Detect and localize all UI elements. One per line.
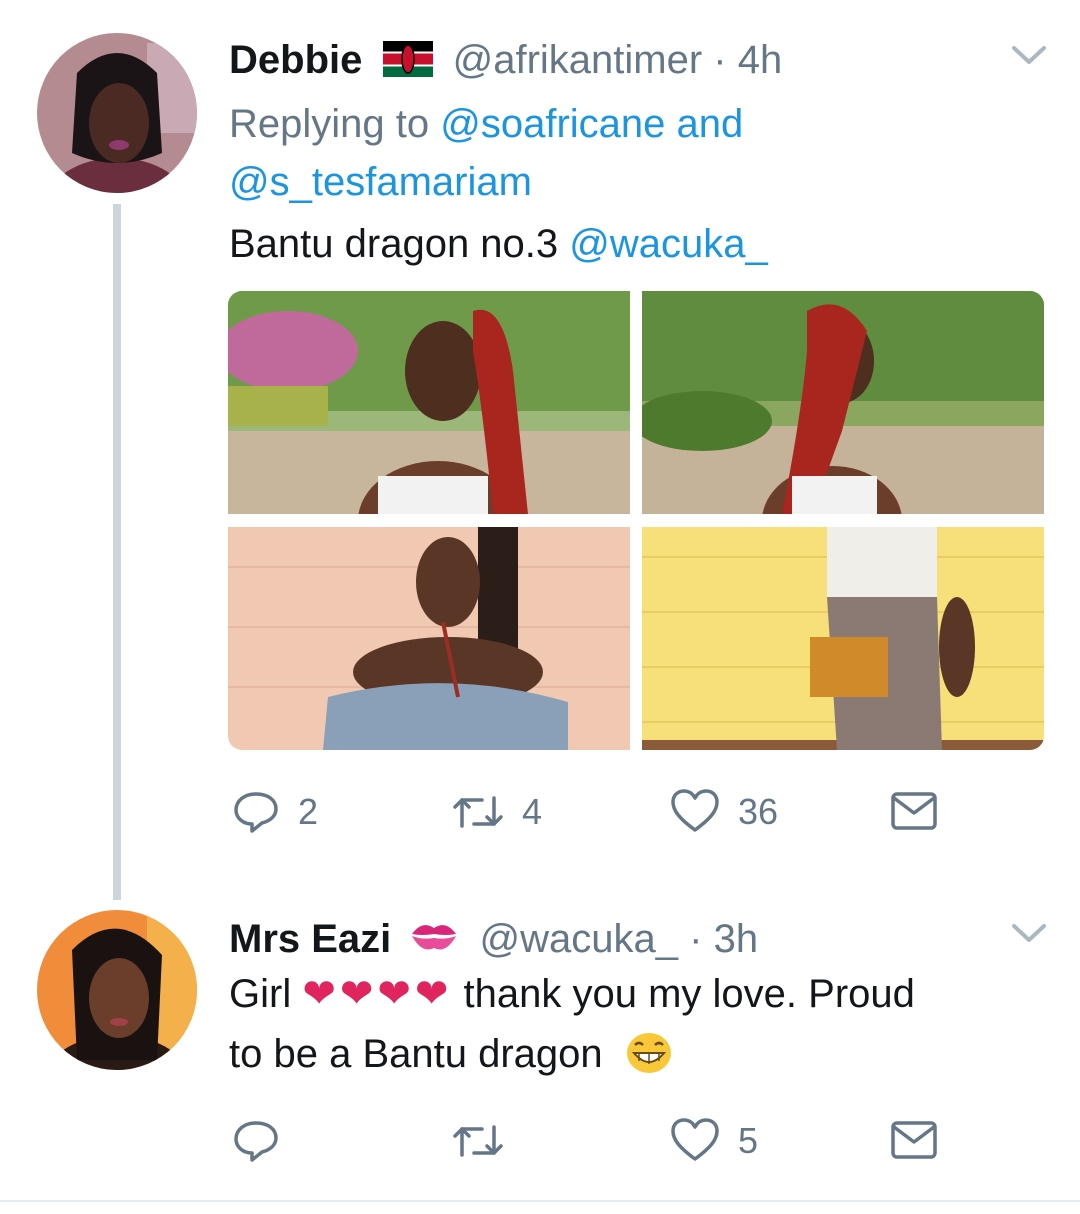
- tweet2-text-line1: Girl ❤❤❤❤ thank you my love. Proud: [229, 970, 915, 1018]
- tweet2-text-line1-rest: thank you my love. Proud: [463, 972, 915, 1016]
- replying-and: and: [676, 102, 744, 146]
- tweet1-photo-4[interactable]: [642, 527, 1044, 750]
- tweet2-like-count: 5: [738, 1120, 759, 1161]
- reply-icon: [232, 788, 280, 836]
- tweet2-header: Mrs Eazi @wacuka_ · 3h: [229, 914, 758, 969]
- tweet2-chevron-down-icon[interactable]: [1011, 922, 1047, 946]
- tweet1-photo-3[interactable]: [228, 527, 630, 750]
- tweet1-like-button[interactable]: 36: [670, 788, 778, 836]
- tweet1-text: Bantu dragon no.3 @wacuka_: [229, 220, 768, 268]
- replying-to-label: Replying to: [229, 102, 430, 146]
- tweet-divider: [0, 1200, 1080, 1202]
- tweet1-retweet-count: 4: [522, 791, 543, 832]
- tweet1-chevron-down-icon[interactable]: [1011, 44, 1047, 68]
- debbie-avatar[interactable]: [37, 33, 197, 193]
- tweet1-text-mention[interactable]: @wacuka_: [569, 222, 767, 266]
- tweet2-handle[interactable]: @wacuka_: [480, 917, 678, 961]
- tweet1-replying-line: Replying to @soafricane and: [229, 100, 743, 148]
- tweet1-reply-button[interactable]: 2: [232, 788, 318, 836]
- tweet1-dm-button[interactable]: [890, 788, 938, 834]
- tweet1-reply-count: 2: [298, 791, 319, 832]
- thread-connector-line: [113, 204, 121, 900]
- envelope-icon: [890, 788, 938, 834]
- tweet1-handle[interactable]: @afrikantimer: [453, 38, 703, 82]
- mrs-eazi-avatar[interactable]: [37, 910, 197, 1070]
- tweet2-text-prefix: Girl: [229, 972, 292, 1016]
- tweet2-retweet-button[interactable]: [452, 1117, 522, 1165]
- tweet1-time[interactable]: 4h: [738, 38, 783, 82]
- replying-user-2[interactable]: @s_tesfamariam: [229, 160, 532, 204]
- tweet2-like-button[interactable]: 5: [670, 1117, 758, 1165]
- kiss-mark-icon: [408, 914, 460, 969]
- retweet-icon: [452, 788, 504, 836]
- tweet1-photo-2[interactable]: [642, 291, 1044, 514]
- tweet2-time[interactable]: 3h: [714, 917, 759, 961]
- kenya-flag-icon: [383, 40, 434, 88]
- reply-icon: [232, 1117, 280, 1165]
- tweet1-author-name[interactable]: Debbie: [229, 38, 362, 82]
- tweet2-dm-button[interactable]: [890, 1117, 938, 1163]
- tweet1-like-count: 36: [738, 791, 779, 832]
- tweet2-author-name[interactable]: Mrs Eazi: [229, 917, 391, 961]
- tweet2-separator: ·: [689, 917, 703, 961]
- tweet2-text-line2: to be a Bantu dragon: [229, 1032, 603, 1076]
- heart-icon: [670, 1117, 720, 1165]
- replying-user-1[interactable]: @soafricane: [440, 102, 665, 146]
- tweet1-text-body: Bantu dragon no.3: [229, 222, 559, 266]
- retweet-icon: [452, 1117, 504, 1165]
- tweet1-header: Debbie @afrikantimer · 4h: [229, 36, 782, 88]
- tweet1-retweet-button[interactable]: 4: [452, 788, 542, 836]
- heart-icon: [670, 788, 720, 836]
- tweet2-text-line2-row: to be a Bantu dragon: [229, 1030, 674, 1086]
- tweet2-hearts: ❤❤❤❤: [302, 972, 453, 1016]
- tweet1-photo-1[interactable]: [228, 291, 630, 514]
- laughing-face-icon: [624, 1031, 674, 1086]
- tweet1-separator: ·: [713, 38, 727, 82]
- tweet2-reply-button[interactable]: [232, 1117, 298, 1165]
- envelope-icon: [890, 1117, 938, 1163]
